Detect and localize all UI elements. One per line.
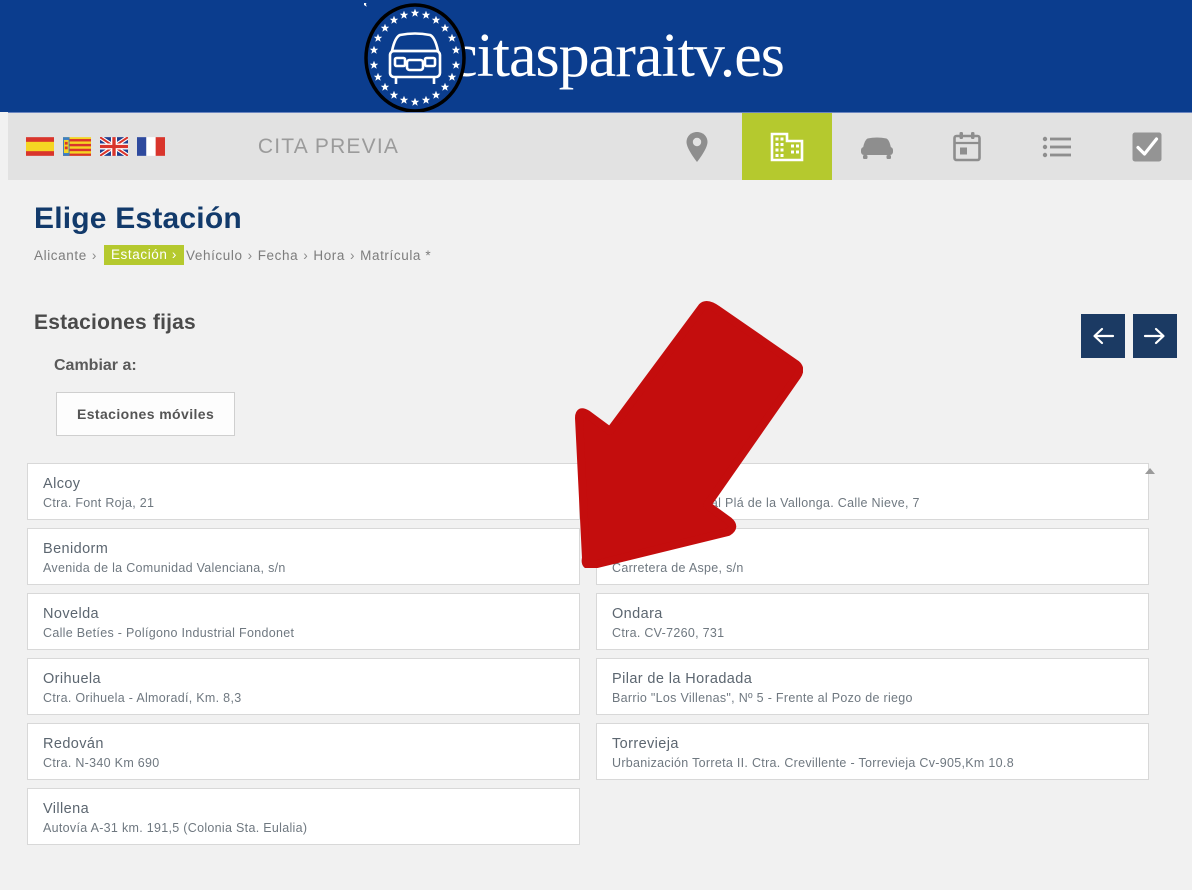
flag-spain[interactable] bbox=[26, 137, 54, 156]
station-item[interactable]: Novelda Calle Betíes - Polígono Industri… bbox=[27, 593, 580, 650]
location-pin-icon bbox=[686, 131, 708, 162]
breadcrumb-item-matricula[interactable]: Matrícula * bbox=[360, 248, 431, 263]
station-address: Ctra. N-340 Km 690 bbox=[43, 756, 160, 770]
nav-item-estacion[interactable] bbox=[742, 113, 832, 180]
car-icon bbox=[861, 137, 893, 159]
station-item[interactable]: Ondara Ctra. CV-7260, 731 bbox=[596, 593, 1149, 650]
stations-list: Alcoy Ctra. Font Roja, 21 Benidorm Aveni… bbox=[27, 463, 1163, 863]
list-icon bbox=[1042, 136, 1071, 157]
breadcrumb-active-label: Estación bbox=[110, 247, 168, 262]
calendar-icon bbox=[953, 131, 981, 161]
station-address: Barrio "Los Villenas", Nº 5 - Frente al … bbox=[612, 691, 913, 705]
next-arrow-button[interactable] bbox=[1133, 314, 1177, 358]
brand-name: citasparaitv.es bbox=[450, 22, 785, 90]
checkbox-check-icon bbox=[1132, 132, 1162, 161]
station-name: Orihuela bbox=[43, 671, 102, 687]
app-frame: CITA PREVIA Elige Estación Alicante › Es… bbox=[0, 112, 1192, 890]
station-name: Elche bbox=[612, 541, 651, 557]
nav-item-fecha[interactable] bbox=[922, 113, 1012, 180]
station-address: Polígono Industrial Plá de la Vallonga. … bbox=[612, 496, 920, 510]
station-name: Pilar de la Horadada bbox=[612, 671, 753, 687]
nav-item-hora[interactable] bbox=[1012, 113, 1102, 180]
breadcrumb-item-vehiculo[interactable]: Vehículo bbox=[186, 248, 243, 263]
section-title: Estaciones fijas bbox=[34, 311, 196, 334]
station-address: Carretera de Aspe, s/n bbox=[612, 561, 744, 575]
building-icon bbox=[770, 132, 804, 161]
station-name: Redován bbox=[43, 736, 104, 752]
switch-label: Cambiar a: bbox=[54, 357, 137, 374]
station-name: Ondara bbox=[612, 606, 663, 622]
breadcrumb-separator: › bbox=[91, 247, 97, 263]
station-item[interactable]: Villena Autovía A-31 km. 191,5 (Colonia … bbox=[27, 788, 580, 845]
stations-column-left: Alcoy Ctra. Font Roja, 21 Benidorm Aveni… bbox=[27, 463, 580, 853]
breadcrumb-separator-3: › bbox=[303, 247, 309, 263]
station-address: Ctra. CV-7260, 731 bbox=[612, 626, 725, 640]
station-name: Alicante bbox=[612, 476, 667, 492]
station-address: Avenida de la Comunidad Valenciana, s/n bbox=[43, 561, 286, 575]
top-nav-bar: CITA PREVIA bbox=[8, 112, 1192, 180]
station-address: Ctra. Font Roja, 21 bbox=[43, 496, 155, 510]
nav-item-confirmar[interactable] bbox=[1102, 113, 1192, 180]
nav-title: CITA PREVIA bbox=[257, 134, 400, 158]
nav-icon-group bbox=[652, 113, 1192, 180]
station-address: Autovía A-31 km. 191,5 (Colonia Sta. Eul… bbox=[43, 821, 308, 835]
breadcrumb-separator-2: › bbox=[247, 247, 253, 263]
estaciones-moviles-button[interactable]: Estaciones móviles bbox=[56, 392, 236, 436]
car-in-eu-stars-badge-icon bbox=[364, 3, 466, 113]
arrow-right-icon bbox=[1143, 327, 1165, 345]
breadcrumb-active-separator: › bbox=[171, 247, 177, 262]
page-header: Elige Estación Alicante › Estación › Veh… bbox=[8, 180, 1192, 265]
station-address: Ctra. Orihuela - Almoradí, Km. 8,3 bbox=[43, 691, 242, 705]
station-address: Urbanización Torreta II. Ctra. Crevillen… bbox=[612, 756, 1014, 770]
back-arrow-button[interactable] bbox=[1081, 314, 1125, 358]
breadcrumb: Alicante › Estación › Vehículo › Fecha ›… bbox=[34, 245, 1192, 265]
station-item[interactable]: Alicante Polígono Industrial Plá de la V… bbox=[596, 463, 1149, 520]
breadcrumb-item-estacion[interactable]: Estación › bbox=[103, 245, 184, 265]
breadcrumb-item-hora[interactable]: Hora bbox=[313, 248, 345, 263]
breadcrumb-item-alicante[interactable]: Alicante bbox=[34, 248, 87, 263]
step-navigation bbox=[1081, 314, 1177, 358]
nav-item-provincia[interactable] bbox=[652, 113, 742, 180]
station-name: Alcoy bbox=[43, 476, 81, 492]
stations-section-header: Estaciones fijas Cambiar a: Estaciones m… bbox=[8, 265, 1192, 436]
breadcrumb-item-fecha[interactable]: Fecha bbox=[258, 248, 299, 263]
station-item[interactable]: Torrevieja Urbanización Torreta II. Ctra… bbox=[596, 723, 1149, 780]
stations-column-right: Alicante Polígono Industrial Plá de la V… bbox=[596, 463, 1149, 853]
brand-header: citasparaitv.es bbox=[0, 0, 1192, 113]
station-name: Benidorm bbox=[43, 541, 109, 557]
station-item[interactable]: Pilar de la Horadada Barrio "Los Villena… bbox=[596, 658, 1149, 715]
station-address: Calle Betíes - Polígono Industrial Fondo… bbox=[43, 626, 295, 640]
nav-item-vehiculo[interactable] bbox=[832, 113, 922, 180]
station-item[interactable]: Alcoy Ctra. Font Roja, 21 bbox=[27, 463, 580, 520]
station-name: Villena bbox=[43, 801, 90, 817]
scroll-up-arrow-icon[interactable] bbox=[1143, 465, 1157, 477]
station-name: Torrevieja bbox=[612, 736, 679, 752]
page-title: Elige Estación bbox=[34, 202, 242, 235]
station-item[interactable]: Elche Carretera de Aspe, s/n bbox=[596, 528, 1149, 585]
station-item[interactable]: Orihuela Ctra. Orihuela - Almoradí, Km. … bbox=[27, 658, 580, 715]
breadcrumb-separator-4: › bbox=[350, 247, 356, 263]
station-name: Novelda bbox=[43, 606, 99, 622]
arrow-left-icon bbox=[1093, 327, 1115, 345]
station-item[interactable]: Benidorm Avenida de la Comunidad Valenci… bbox=[27, 528, 580, 585]
station-item[interactable]: Redován Ctra. N-340 Km 690 bbox=[27, 723, 580, 780]
